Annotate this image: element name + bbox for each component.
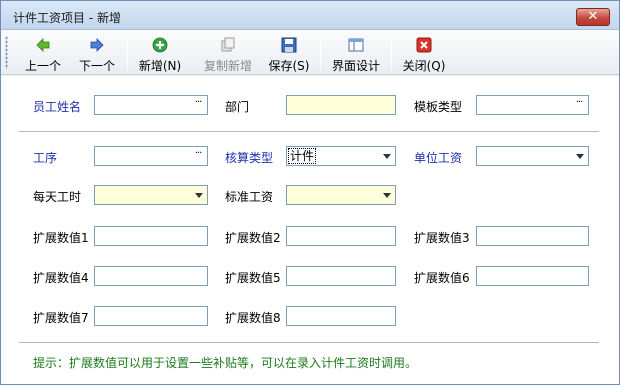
template-type-label: 模板类型 [414, 100, 463, 114]
window-title: 计件工资项目 - 新增 [13, 11, 121, 25]
divider-top [19, 131, 599, 132]
plus-circle-icon [152, 37, 168, 53]
next-button[interactable]: 下一个 [73, 33, 121, 73]
ext4-input[interactable] [94, 266, 208, 286]
unit-wage-select[interactable] [476, 146, 589, 166]
ext6-input[interactable] [476, 266, 589, 286]
toolbar-grip[interactable] [5, 36, 8, 69]
department-field[interactable] [286, 95, 396, 115]
calc-type-select[interactable]: 计件 [286, 146, 396, 166]
ext6-label: 扩展数值6 [414, 271, 470, 285]
employee-name-lookup-button[interactable]: ··· [190, 97, 206, 113]
copy-new-button[interactable]: 复制新增 [197, 33, 259, 73]
floppy-disk-icon [281, 37, 297, 53]
toolbar: 上一个 下一个 新增(N) 复制新增 保存(S) 界面设计 关闭(Q) [1, 30, 619, 75]
layout-design-button[interactable]: 界面设计 [328, 33, 384, 73]
close-label: 关闭(Q) [402, 59, 446, 73]
title-bar[interactable]: 计件工资项目 - 新增 ✕ [1, 1, 619, 30]
form-panel: 员工姓名 ··· 部门 模板类型 ··· 工序 ··· 核算类型 计件 单位工资 [1, 76, 619, 384]
daily-hours-label: 每天工时 [33, 190, 82, 204]
close-x-icon [416, 37, 432, 53]
ext7-label: 扩展数值7 [33, 311, 89, 325]
daily-hours-dropdown-arrow-icon[interactable] [190, 187, 206, 203]
ext4-label: 扩展数值4 [33, 271, 89, 285]
ext2-input[interactable] [286, 226, 396, 246]
daily-hours-select[interactable] [94, 185, 208, 205]
arrow-right-icon [90, 38, 104, 52]
prev-label: 上一个 [24, 59, 61, 73]
ext2-label: 扩展数值2 [225, 231, 281, 245]
new-label: 新增(N) [138, 59, 182, 73]
prev-button[interactable]: 上一个 [19, 33, 67, 73]
close-button[interactable]: 关闭(Q) [398, 33, 450, 73]
ext5-label: 扩展数值5 [225, 271, 281, 285]
calc-type-label: 核算类型 [225, 151, 274, 165]
copy-new-label: 复制新增 [203, 59, 252, 73]
save-label: 保存(S) [268, 59, 310, 73]
window-close-button[interactable]: ✕ [576, 8, 610, 26]
employee-name-field[interactable]: ··· [94, 95, 208, 115]
template-type-lookup-button[interactable]: ··· [571, 97, 587, 113]
divider-bottom [19, 342, 599, 343]
ext1-label: 扩展数值1 [33, 231, 89, 245]
standard-wage-dropdown-arrow-icon[interactable] [378, 187, 394, 203]
layout-icon [348, 38, 364, 52]
layout-design-label: 界面设计 [331, 59, 380, 73]
unit-wage-dropdown-arrow-icon[interactable] [571, 148, 587, 164]
process-label: 工序 [33, 151, 58, 165]
new-button[interactable]: 新增(N) [134, 33, 186, 73]
process-field[interactable]: ··· [94, 146, 208, 166]
hint-text: 提示：扩展数值可以用于设置一些补贴等，可以在录入计件工资时调用。 [33, 356, 418, 370]
calc-type-dropdown-arrow-icon[interactable] [378, 148, 394, 164]
toolbar-separator [320, 36, 321, 70]
ext3-input[interactable] [476, 226, 589, 246]
arrow-left-icon [36, 38, 50, 52]
standard-wage-label: 标准工资 [225, 190, 274, 204]
ext1-input[interactable] [94, 226, 208, 246]
copy-icon [221, 37, 235, 52]
toolbar-separator [127, 36, 128, 70]
calc-type-value: 计件 [288, 148, 317, 164]
ext3-label: 扩展数值3 [414, 231, 470, 245]
save-button[interactable]: 保存(S) [264, 33, 314, 73]
ext7-input[interactable] [94, 306, 208, 326]
dialog-window: 计件工资项目 - 新增 ✕ 上一个 下一个 新增(N) 复制新增 保存(S) 界… [0, 0, 620, 385]
process-lookup-button[interactable]: ··· [190, 148, 206, 164]
employee-name-label: 员工姓名 [33, 100, 82, 114]
template-type-field[interactable]: ··· [476, 95, 589, 115]
toolbar-separator [391, 36, 392, 70]
ext5-input[interactable] [286, 266, 396, 286]
next-label: 下一个 [78, 59, 115, 73]
ext8-label: 扩展数值8 [225, 311, 281, 325]
department-label: 部门 [225, 100, 250, 114]
standard-wage-select[interactable] [286, 185, 396, 205]
unit-wage-label: 单位工资 [414, 151, 463, 165]
ext8-input[interactable] [286, 306, 396, 326]
